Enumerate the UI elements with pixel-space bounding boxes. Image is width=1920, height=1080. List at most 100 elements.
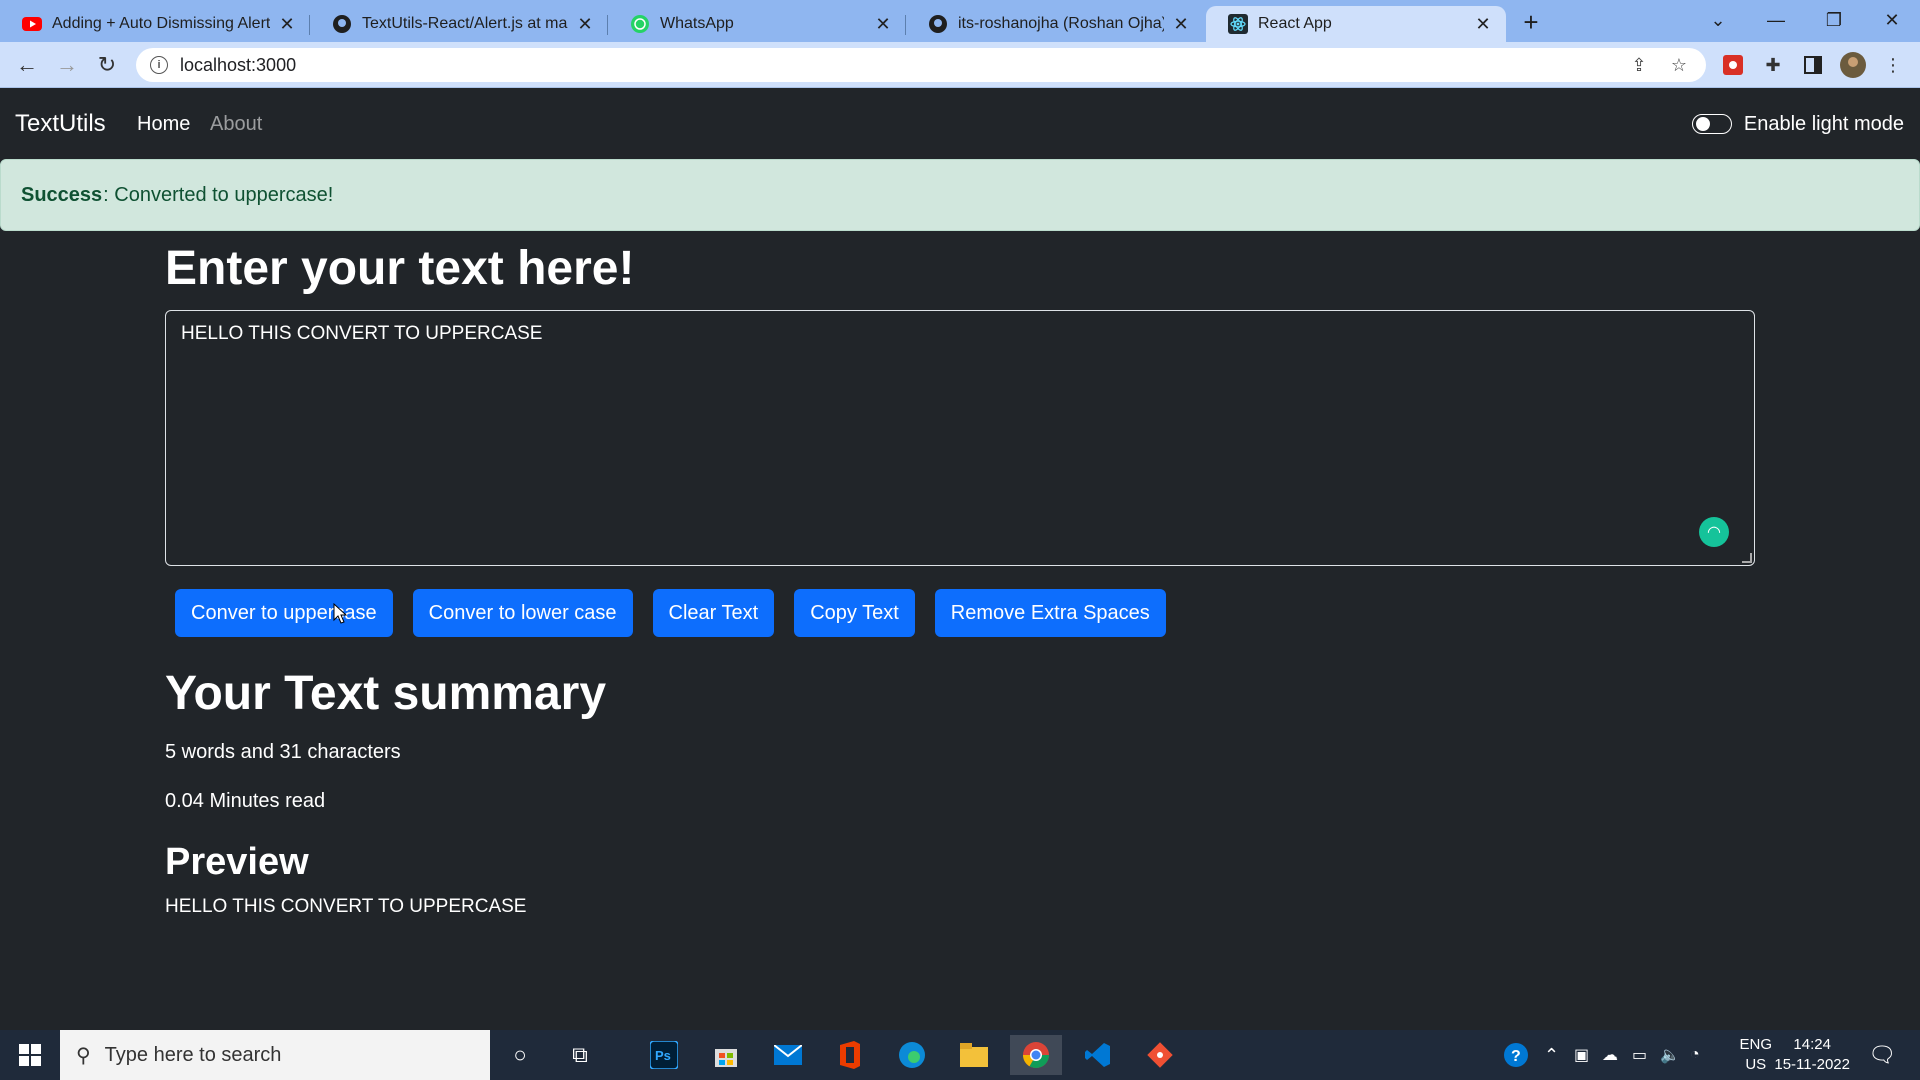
- help-icon[interactable]: ?: [1503, 1030, 1529, 1080]
- close-icon[interactable]: ✕: [1170, 14, 1192, 35]
- nav-about-link[interactable]: About: [210, 113, 262, 136]
- svg-text:Ps: Ps: [655, 1048, 671, 1063]
- windows-taskbar: ⚲ Type here to search ○ ⧉ Ps ? ⌃ ▣ ☁ ▭ 🔈…: [0, 1030, 1920, 1080]
- url-text: localhost:3000: [180, 54, 297, 75]
- close-icon[interactable]: ✕: [574, 14, 596, 35]
- browser-tab-active[interactable]: React App ✕: [1206, 6, 1506, 42]
- resize-handle[interactable]: [1742, 552, 1752, 563]
- cortana-icon[interactable]: ○: [494, 1035, 546, 1075]
- close-icon[interactable]: ✕: [872, 14, 894, 35]
- mouse-pointer-icon: [333, 603, 347, 624]
- close-icon[interactable]: ✕: [1472, 14, 1494, 35]
- light-mode-label: Enable light mode: [1743, 112, 1904, 135]
- reload-icon[interactable]: ↻: [92, 50, 122, 80]
- battery-icon[interactable]: ▭: [1632, 1030, 1647, 1080]
- photoshop-icon[interactable]: Ps: [638, 1035, 690, 1075]
- summary-heading: Your Text summary: [165, 667, 607, 720]
- info-icon[interactable]: i: [150, 56, 168, 74]
- tab-title: WhatsApp: [660, 15, 734, 32]
- minimize-button[interactable]: —: [1748, 0, 1804, 40]
- meet-now-icon[interactable]: ▣: [1574, 1030, 1589, 1080]
- windows-start-icon[interactable]: [0, 1030, 60, 1080]
- uppercase-button[interactable]: Conver to uppercase: [175, 589, 393, 637]
- tab-strip: Adding + Auto Dismissing Alert M ✕ TextU…: [0, 0, 1920, 42]
- tab-search-icon[interactable]: ⌄: [1690, 0, 1746, 40]
- taskbar-search-input[interactable]: ⚲ Type here to search: [60, 1030, 490, 1080]
- side-panel-icon[interactable]: [1798, 50, 1828, 80]
- mode-switch-group: Enable light mode: [1691, 112, 1904, 136]
- brand-logo[interactable]: TextUtils: [15, 110, 106, 138]
- word-char-count: 5 words and 31 characters: [165, 740, 401, 763]
- clear-text-button[interactable]: Clear Text: [652, 589, 775, 637]
- toggle-knob: [1695, 117, 1710, 131]
- store-icon[interactable]: [700, 1035, 752, 1075]
- app-navbar: TextUtils Home About Enable light mode: [0, 89, 1920, 159]
- text-summary: Your Text summary 5 words and 31 charact…: [165, 665, 606, 918]
- text-form: Enter your text here! HELLO THIS CONVERT…: [165, 240, 1755, 566]
- textarea-value: HELLO THIS CONVERT TO UPPERCASE: [181, 322, 543, 344]
- alert-message: : Converted to uppercase!: [103, 183, 334, 206]
- search-placeholder: Type here to search: [104, 1043, 282, 1066]
- remove-extra-spaces-button[interactable]: Remove Extra Spaces: [934, 589, 1166, 637]
- success-alert: Success : Converted to uppercase!: [0, 159, 1920, 231]
- clock-time: 14:24: [1793, 1036, 1831, 1053]
- lang-line1: ENG: [1739, 1036, 1772, 1053]
- whatsapp-icon: [630, 14, 650, 34]
- browser-tab[interactable]: WhatsApp ✕: [608, 6, 906, 42]
- chrome-icon[interactable]: [1010, 1035, 1062, 1075]
- lang-line2: US: [1745, 1056, 1767, 1073]
- nav-home-link[interactable]: Home: [137, 113, 190, 136]
- restore-button[interactable]: ❐: [1806, 0, 1862, 40]
- language-indicator[interactable]: ENG US: [1739, 1035, 1772, 1075]
- office-icon[interactable]: [824, 1035, 876, 1075]
- preview-heading: Preview: [165, 840, 309, 883]
- close-window-button[interactable]: ✕: [1864, 0, 1920, 40]
- tab-title: its-roshanojha (Roshan Ojha): [958, 15, 1164, 32]
- clock-date: 15-11-2022: [1774, 1056, 1850, 1073]
- copy-text-button[interactable]: Copy Text: [794, 589, 915, 637]
- grammarly-icon[interactable]: ◠: [1699, 516, 1729, 547]
- browser-tab[interactable]: TextUtils-React/Alert.js at master ✕: [310, 6, 608, 42]
- read-time: 0.04 Minutes read: [165, 789, 326, 812]
- address-bar[interactable]: i localhost:3000 ⇪ ☆: [136, 48, 1706, 82]
- youtube-icon: [22, 14, 42, 34]
- share-icon[interactable]: ⇪: [1624, 48, 1654, 82]
- onedrive-icon[interactable]: ☁: [1602, 1030, 1618, 1080]
- browser-toolbar: ← → ↻ i localhost:3000 ⇪ ☆ ✚ ⋮: [0, 42, 1920, 88]
- text-input-area[interactable]: HELLO THIS CONVERT TO UPPERCASE ◠: [165, 309, 1755, 566]
- notification-icon[interactable]: 🗨: [1868, 1030, 1896, 1080]
- action-buttons: Conver to uppercase Conver to lower case…: [175, 589, 1166, 637]
- react-icon: [1228, 14, 1248, 34]
- git-gui-icon[interactable]: [1134, 1035, 1186, 1075]
- github-icon: [928, 14, 948, 34]
- browser-tab[interactable]: its-roshanojha (Roshan Ojha) ✕: [906, 6, 1204, 42]
- task-view-icon[interactable]: ⧉: [554, 1035, 606, 1075]
- github-icon: [332, 14, 352, 34]
- search-icon: ⚲: [76, 1044, 91, 1067]
- close-icon[interactable]: ✕: [276, 14, 298, 35]
- alert-type: Success: [21, 183, 103, 206]
- svg-text:?: ?: [1511, 1048, 1521, 1065]
- preview-text: HELLO THIS CONVERT TO UPPERCASE: [165, 895, 527, 917]
- light-mode-toggle[interactable]: [1691, 114, 1732, 134]
- lowercase-button[interactable]: Conver to lower case: [412, 589, 633, 637]
- vscode-icon[interactable]: [1072, 1035, 1124, 1075]
- back-icon[interactable]: ←: [12, 50, 42, 80]
- menu-kebab-icon[interactable]: ⋮: [1878, 50, 1908, 80]
- mail-icon[interactable]: [762, 1035, 814, 1075]
- browser-tab[interactable]: Adding + Auto Dismissing Alert M ✕: [0, 6, 310, 42]
- forward-icon[interactable]: →: [52, 50, 82, 80]
- extension-red-icon[interactable]: [1718, 50, 1748, 80]
- tab-title: TextUtils-React/Alert.js at master: [362, 15, 568, 32]
- file-explorer-icon[interactable]: [948, 1035, 1000, 1075]
- system-clock[interactable]: 14:24 15-11-2022: [1774, 1035, 1850, 1075]
- extensions-puzzle-icon[interactable]: ✚: [1758, 50, 1788, 80]
- chevron-up-icon[interactable]: ⌃: [1544, 1030, 1559, 1080]
- edge-icon[interactable]: [886, 1035, 938, 1075]
- new-tab-button[interactable]: +: [1515, 6, 1547, 38]
- wifi-icon[interactable]: ◔: [1690, 1030, 1700, 1080]
- form-heading: Enter your text here!: [165, 242, 635, 295]
- bookmark-star-icon[interactable]: ☆: [1664, 48, 1694, 82]
- volume-icon[interactable]: 🔈: [1660, 1030, 1680, 1080]
- profile-avatar[interactable]: [1838, 50, 1868, 80]
